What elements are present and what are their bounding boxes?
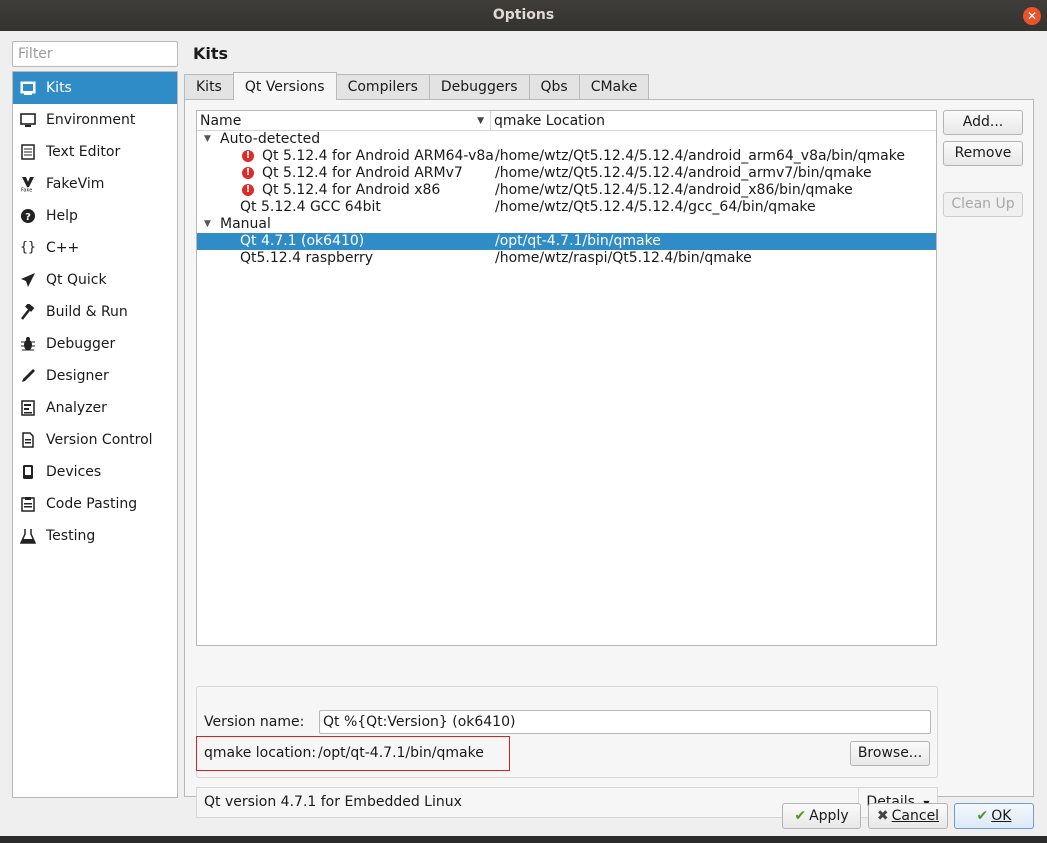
- tree-row-selected[interactable]: Qt 4.7.1 (ok6410) /opt/qt-4.7.1/bin/qmak…: [197, 233, 936, 250]
- sidebar-item-label: Analyzer: [46, 400, 107, 416]
- sidebar-item-label: Testing: [46, 528, 96, 544]
- remove-button[interactable]: Remove: [943, 141, 1023, 166]
- sidebar-item-label: Environment: [46, 112, 136, 128]
- sidebar-item-label: Kits: [46, 80, 72, 96]
- cancel-button[interactable]: ✖ Cancel: [868, 803, 948, 829]
- qt-versions-panel: Name ▼ qmake Location ▼ Auto-detected ! …: [184, 99, 1034, 818]
- sidebar-item-kits[interactable]: Kits: [13, 72, 177, 104]
- sidebar-item-label: C++: [46, 240, 80, 256]
- version-info-text: Qt version 4.7.1 for Embedded Linux: [204, 794, 462, 810]
- clean-up-button[interactable]: Clean Up: [943, 192, 1023, 217]
- version-name-label: Version name:: [204, 714, 305, 730]
- expand-arrow-icon[interactable]: ▼: [204, 216, 211, 233]
- tab-compilers[interactable]: Compilers: [335, 74, 430, 100]
- taskbar-strip: [0, 836, 1047, 843]
- version-details-group: Version name: Qt %{Qt:Version} (ok6410) …: [196, 686, 938, 778]
- tab-cmake[interactable]: CMake: [578, 74, 650, 100]
- text-editor-icon: [20, 144, 36, 160]
- tree-group-manual[interactable]: ▼ Manual: [197, 216, 936, 233]
- options-window: Filter Kits Environment Text Editor Fake…: [0, 31, 1047, 839]
- pen-icon: [20, 368, 36, 384]
- sidebar-item-build-run[interactable]: Build & Run: [13, 296, 177, 328]
- qmake-location-value: /opt/qt-4.7.1/bin/qmake: [318, 745, 484, 761]
- sidebar-item-label: Help: [46, 208, 78, 224]
- paper-plane-icon: [20, 272, 36, 288]
- flask-icon: [20, 528, 36, 544]
- help-icon: ?: [20, 208, 36, 224]
- bug-icon: [20, 336, 36, 352]
- sidebar-item-label: Designer: [46, 368, 109, 384]
- tab-debuggers[interactable]: Debuggers: [428, 74, 530, 100]
- checkmark-icon: ✔: [976, 808, 989, 824]
- sidebar-item-label: Devices: [46, 464, 102, 480]
- braces-icon: {}: [20, 240, 36, 255]
- filter-input[interactable]: Filter: [12, 41, 178, 67]
- tab-kits[interactable]: Kits: [184, 74, 234, 100]
- device-icon: [20, 464, 36, 480]
- tree-row[interactable]: ! Qt 5.12.4 for Android ARM64-v8a /home/…: [197, 148, 936, 165]
- sidebar-item-label: Qt Quick: [46, 272, 107, 288]
- sidebar-item-label: Code Pasting: [46, 496, 138, 512]
- tree-header: Name ▼ qmake Location: [197, 111, 936, 131]
- close-icon[interactable]: ✕: [1023, 7, 1041, 25]
- sidebar-item-label: FakeVim: [46, 176, 105, 192]
- expand-arrow-icon[interactable]: ▼: [204, 131, 211, 148]
- analyzer-icon: [20, 400, 36, 416]
- svg-text:?: ?: [25, 212, 31, 223]
- sidebar-item-debugger[interactable]: Debugger: [13, 328, 177, 360]
- tab-qbs[interactable]: Qbs: [528, 74, 580, 100]
- tab-qt-versions[interactable]: Qt Versions: [232, 72, 337, 100]
- svg-text:Fake: Fake: [21, 188, 32, 193]
- sort-down-icon: ▼: [477, 116, 484, 126]
- clipboard-icon: [20, 496, 36, 512]
- ok-button[interactable]: ✔ OK: [954, 803, 1034, 829]
- sidebar-item-label: Text Editor: [46, 144, 121, 160]
- sidebar-item-help[interactable]: ? Help: [13, 200, 177, 232]
- error-icon: !: [242, 150, 254, 162]
- tab-bar: Kits Qt Versions Compilers Debuggers Qbs…: [184, 72, 650, 100]
- tree-row[interactable]: Qt5.12.4 raspberry /home/wtz/raspi/Qt5.1…: [197, 250, 936, 267]
- checkmark-icon: ✔: [794, 808, 807, 824]
- error-icon: !: [242, 184, 254, 196]
- sidebar-item-label: Build & Run: [46, 304, 128, 320]
- sidebar-item-environment[interactable]: Environment: [13, 104, 177, 136]
- version-name-field[interactable]: Qt %{Qt:Version} (ok6410): [319, 710, 931, 734]
- sidebar-item-devices[interactable]: Devices: [13, 456, 177, 488]
- tree-row[interactable]: ! Qt 5.12.4 for Android x86 /home/wtz/Qt…: [197, 182, 936, 199]
- title-bar: Options ✕: [0, 0, 1047, 31]
- sidebar-item-cpp[interactable]: {} C++: [13, 232, 177, 264]
- sidebar-item-designer[interactable]: Designer: [13, 360, 177, 392]
- sidebar-item-testing[interactable]: Testing: [13, 520, 177, 552]
- page-title: Kits: [193, 44, 229, 63]
- sidebar-item-qt-quick[interactable]: Qt Quick: [13, 264, 177, 296]
- sidebar-item-label: Version Control: [46, 432, 153, 448]
- browse-button[interactable]: Browse...: [850, 741, 930, 766]
- sidebar-item-label: Debugger: [46, 336, 116, 352]
- qt-versions-tree[interactable]: Name ▼ qmake Location ▼ Auto-detected ! …: [196, 110, 937, 646]
- apply-button[interactable]: ✔ Apply: [782, 803, 861, 829]
- sidebar-item-fakevim[interactable]: Fake FakeVim: [13, 168, 177, 200]
- document-icon: [20, 432, 36, 448]
- column-header-location[interactable]: qmake Location: [491, 111, 605, 131]
- x-icon: ✖: [876, 808, 889, 824]
- sidebar-item-version-control[interactable]: Version Control: [13, 424, 177, 456]
- sidebar-item-analyzer[interactable]: Analyzer: [13, 392, 177, 424]
- tree-group-auto-detected[interactable]: ▼ Auto-detected: [197, 131, 936, 148]
- sidebar-item-code-pasting[interactable]: Code Pasting: [13, 488, 177, 520]
- hammer-icon: [20, 304, 36, 320]
- tree-row[interactable]: ! Qt 5.12.4 for Android ARMv7 /home/wtz/…: [197, 165, 936, 182]
- column-header-name[interactable]: Name ▼: [197, 111, 491, 131]
- window-title: Options: [492, 7, 555, 23]
- tree-row[interactable]: Qt 5.12.4 GCC 64bit /home/wtz/Qt5.12.4/5…: [197, 199, 936, 216]
- kits-icon: [20, 80, 36, 96]
- fakevim-icon: Fake: [20, 176, 36, 192]
- qmake-location-label: qmake location:: [204, 745, 317, 761]
- sidebar: Kits Environment Text Editor Fake FakeVi…: [12, 71, 178, 798]
- sidebar-item-text-editor[interactable]: Text Editor: [13, 136, 177, 168]
- monitor-icon: [20, 112, 36, 128]
- error-icon: !: [242, 167, 254, 179]
- add-button[interactable]: Add...: [943, 110, 1023, 135]
